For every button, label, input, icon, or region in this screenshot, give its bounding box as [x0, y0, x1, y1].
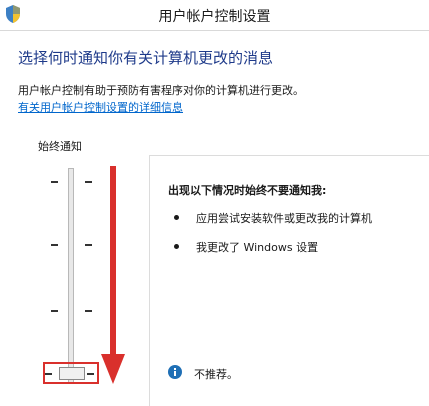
- slider-tick-right: [85, 244, 92, 246]
- window-title: 用户帐户控制设置: [158, 9, 271, 25]
- slider-top-label: 始终通知: [38, 140, 82, 153]
- recommendation-text: 不推荐。: [194, 368, 238, 381]
- info-icon: [168, 365, 182, 379]
- panel-bullet-item: 我更改了 Windows 设置: [196, 241, 319, 254]
- setting-description-panel: 出现以下情况时始终不要通知我: 应用尝试安装软件或更改我的计算机 我更改了 Wi…: [149, 155, 429, 406]
- down-arrow-icon: [101, 166, 125, 384]
- page-description: 用户帐户控制有助于预防有害程序对你的计算机进行更改。: [18, 84, 304, 97]
- annotation-highlight-box: [43, 362, 99, 384]
- panel-bullet-item: 应用尝试安装软件或更改我的计算机: [196, 212, 372, 225]
- slider-tick-left: [51, 244, 58, 246]
- slider-tick-right: [85, 181, 92, 183]
- page-heading: 选择何时通知你有关计算机更改的消息: [18, 49, 274, 67]
- bullet-dot: [174, 244, 179, 249]
- uac-help-link[interactable]: 有关用户帐户控制设置的详细信息: [18, 99, 183, 115]
- slider-tick-left: [51, 181, 58, 183]
- slider-tick-right: [85, 310, 92, 312]
- bullet-dot: [174, 215, 179, 220]
- slider-track[interactable]: [68, 168, 74, 384]
- slider-tick-left: [51, 310, 58, 312]
- panel-heading: 出现以下情况时始终不要通知我:: [168, 184, 327, 197]
- title-bar: 用户帐户控制设置: [0, 0, 429, 31]
